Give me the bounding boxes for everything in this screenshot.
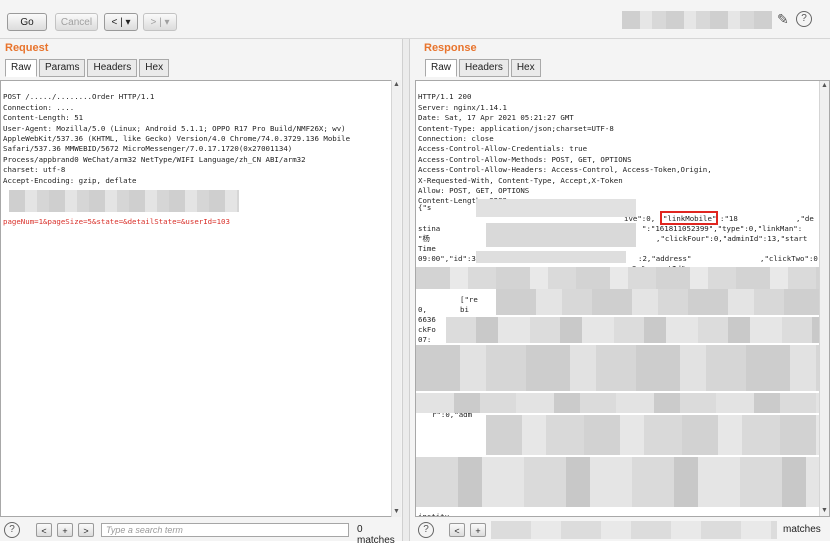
json-fragment: institu	[418, 512, 450, 517]
code-line: HTTP/1.1 200	[418, 92, 472, 102]
next-match-button[interactable]: >	[78, 523, 94, 537]
highlight-box	[660, 211, 718, 225]
response-editor[interactable]: HTTP/1.1 200 Server: nginx/1.14.1 Date: Sa…	[415, 80, 830, 517]
code-line: X-Requested-With, Content-Type, Accept,X…	[418, 175, 623, 185]
json-fragment: ckFo	[418, 325, 436, 334]
scrollbar[interactable]: ▲ ▼	[819, 81, 829, 516]
pencil-icon[interactable]: ✎	[777, 12, 791, 26]
code-line: Access-Control-Allow-Credentials: true	[418, 144, 588, 154]
code-line: Accept-Encoding: gzip, deflate	[3, 175, 137, 185]
code-line: charset: utf-8	[3, 165, 66, 175]
response-tabs: Raw Headers Hex	[425, 59, 543, 77]
response-search-bar: ? < + matches	[415, 519, 830, 541]
search-input[interactable]: Type a search term	[101, 523, 349, 537]
scroll-up-icon[interactable]: ▲	[821, 82, 828, 90]
json-fragment: ":"161811052399","type":0,"linkMan":	[642, 224, 803, 233]
request-editor[interactable]: POST /...../........Order HTTP/1.1 Connec…	[0, 80, 400, 517]
code-line: AppleWebKit/537.36 (KHTML, like Gecko) V…	[3, 134, 351, 144]
code-line: Date: Sat, 17 Apr 2021 05:21:27 GMT	[418, 113, 574, 123]
tab-raw[interactable]: Raw	[5, 59, 38, 77]
json-fragment: :"18	[720, 214, 738, 223]
options-button[interactable]: +	[470, 523, 486, 537]
redacted-block	[496, 289, 821, 315]
go-button[interactable]: Go	[7, 13, 47, 31]
code-line: Safari/537.36 MMWEBID/5672 MicroMessenge…	[3, 144, 293, 154]
request-title: Request	[5, 42, 49, 54]
json-fragment: bi	[460, 305, 469, 314]
redacted-block	[416, 457, 821, 507]
code-line: Process/appbrand0 WeChat/arm32 NetType/W…	[3, 154, 306, 164]
help-icon[interactable]: ?	[4, 522, 20, 538]
cancel-button[interactable]: Cancel	[55, 13, 98, 31]
json-fragment: :2,"address"	[638, 254, 692, 263]
response-title: Response	[424, 42, 477, 54]
json-fragment: ,"clickTwo":0,"	[760, 254, 827, 263]
json-fragment: ["re	[460, 295, 478, 304]
redacted-block	[486, 223, 636, 247]
code-line: Server: nginx/1.14.1	[418, 102, 507, 112]
forward-button[interactable]: > | ▾	[143, 13, 177, 31]
code-line: Connection: ....	[3, 102, 75, 112]
redacted-block	[476, 199, 636, 217]
redacted-block	[486, 415, 821, 455]
response-headers: HTTP/1.1 200 Server: nginx/1.14.1 Date: Sa…	[416, 81, 829, 207]
json-fragment: 0,	[418, 305, 427, 314]
tab-headers[interactable]: Headers	[459, 59, 509, 77]
json-fragment: Time	[418, 244, 436, 253]
response-pane: Response Raw Headers Hex HTTP/1.1 200 Ser…	[410, 39, 830, 541]
scroll-up-icon[interactable]: ▲	[393, 81, 400, 89]
code-line: User-Agent: Mozilla/5.0 (Linux; Android …	[3, 123, 346, 133]
prev-match-button[interactable]: <	[449, 523, 465, 537]
json-fragment: {"s	[418, 203, 432, 212]
json-fragment: "杨	[418, 234, 430, 243]
help-icon[interactable]: ?	[796, 11, 812, 27]
help-icon[interactable]: ?	[418, 522, 434, 538]
redacted-block	[476, 251, 626, 263]
request-pane: Request Raw Params Headers Hex POST /...…	[0, 39, 402, 546]
redacted-block	[446, 317, 821, 343]
request-body: pageNum=1&pageSize=5&state=&detailState=…	[3, 217, 230, 227]
tab-hex[interactable]: Hex	[139, 59, 170, 77]
scrollbar[interactable]: ▲ ▼	[391, 80, 401, 517]
back-button[interactable]: < | ▾	[104, 13, 138, 31]
code-line: Connection: close	[418, 134, 494, 144]
redacted-block	[416, 393, 821, 413]
scroll-down-icon[interactable]: ▼	[821, 507, 828, 515]
target-host-redacted	[622, 11, 772, 29]
redacted-block	[416, 345, 821, 391]
code-line: POST /...../........Order HTTP/1.1	[3, 92, 155, 102]
json-fragment: 6636	[418, 315, 436, 324]
redacted-cookie	[9, 190, 239, 212]
json-fragment: stina	[418, 224, 441, 233]
code-line: Allow: POST, GET, OPTIONS	[418, 186, 530, 196]
tab-hex[interactable]: Hex	[510, 59, 541, 77]
toolbar: Go Cancel < | ▾ > | ▾ ✎ ?	[0, 0, 830, 39]
request-tabs: Raw Params Headers Hex	[5, 59, 171, 77]
code-line: Content-Type: application/json;charset=U…	[418, 123, 614, 133]
options-button[interactable]: +	[57, 523, 73, 537]
code-line: Access-Control-Allow-Methods: POST, GET,…	[418, 154, 632, 164]
redacted-block	[491, 521, 777, 539]
json-fragment: ,"clickFour":0,"adminId":13,"start	[656, 234, 808, 243]
json-fragment: ,"de	[796, 214, 814, 223]
match-count: 0 matches	[357, 524, 395, 546]
tab-headers[interactable]: Headers	[87, 59, 138, 77]
match-count: matches	[783, 524, 821, 535]
tab-raw[interactable]: Raw	[425, 59, 458, 77]
redacted-block	[416, 267, 821, 289]
request-search-bar: ? < + > Type a search term 0 matches	[0, 519, 402, 546]
prev-match-button[interactable]: <	[36, 523, 52, 537]
code-line: Content-Length: 51	[3, 113, 84, 123]
tab-params[interactable]: Params	[39, 59, 86, 77]
json-fragment: 07:	[418, 335, 432, 344]
scroll-down-icon[interactable]: ▼	[393, 508, 400, 516]
code-line: Access-Control-Allow-Headers: Access-Con…	[418, 165, 712, 175]
pane-divider[interactable]	[402, 39, 410, 541]
